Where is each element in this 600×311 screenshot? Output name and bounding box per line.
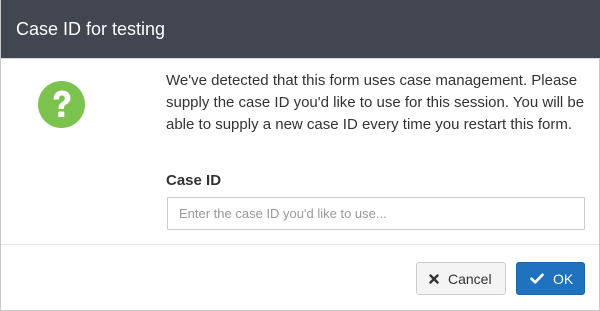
- case-id-dialog: Case ID for testing We've detected that …: [0, 0, 600, 311]
- dialog-title: Case ID for testing: [16, 19, 166, 39]
- dialog-titlebar: Case ID for testing: [1, 0, 600, 59]
- cancel-button-label: Cancel: [448, 270, 492, 287]
- ok-button[interactable]: OK: [516, 262, 585, 295]
- close-icon: [429, 273, 439, 284]
- footer-divider: [1, 244, 599, 245]
- case-id-input[interactable]: [167, 197, 585, 230]
- cancel-button[interactable]: Cancel: [416, 262, 506, 295]
- ok-button-label: OK: [553, 270, 574, 287]
- dialog-message: We've detected that this form uses case …: [166, 72, 585, 133]
- checkmark-icon: [530, 273, 544, 284]
- question-circle-icon: [38, 81, 85, 128]
- case-id-label: Case ID: [166, 172, 222, 189]
